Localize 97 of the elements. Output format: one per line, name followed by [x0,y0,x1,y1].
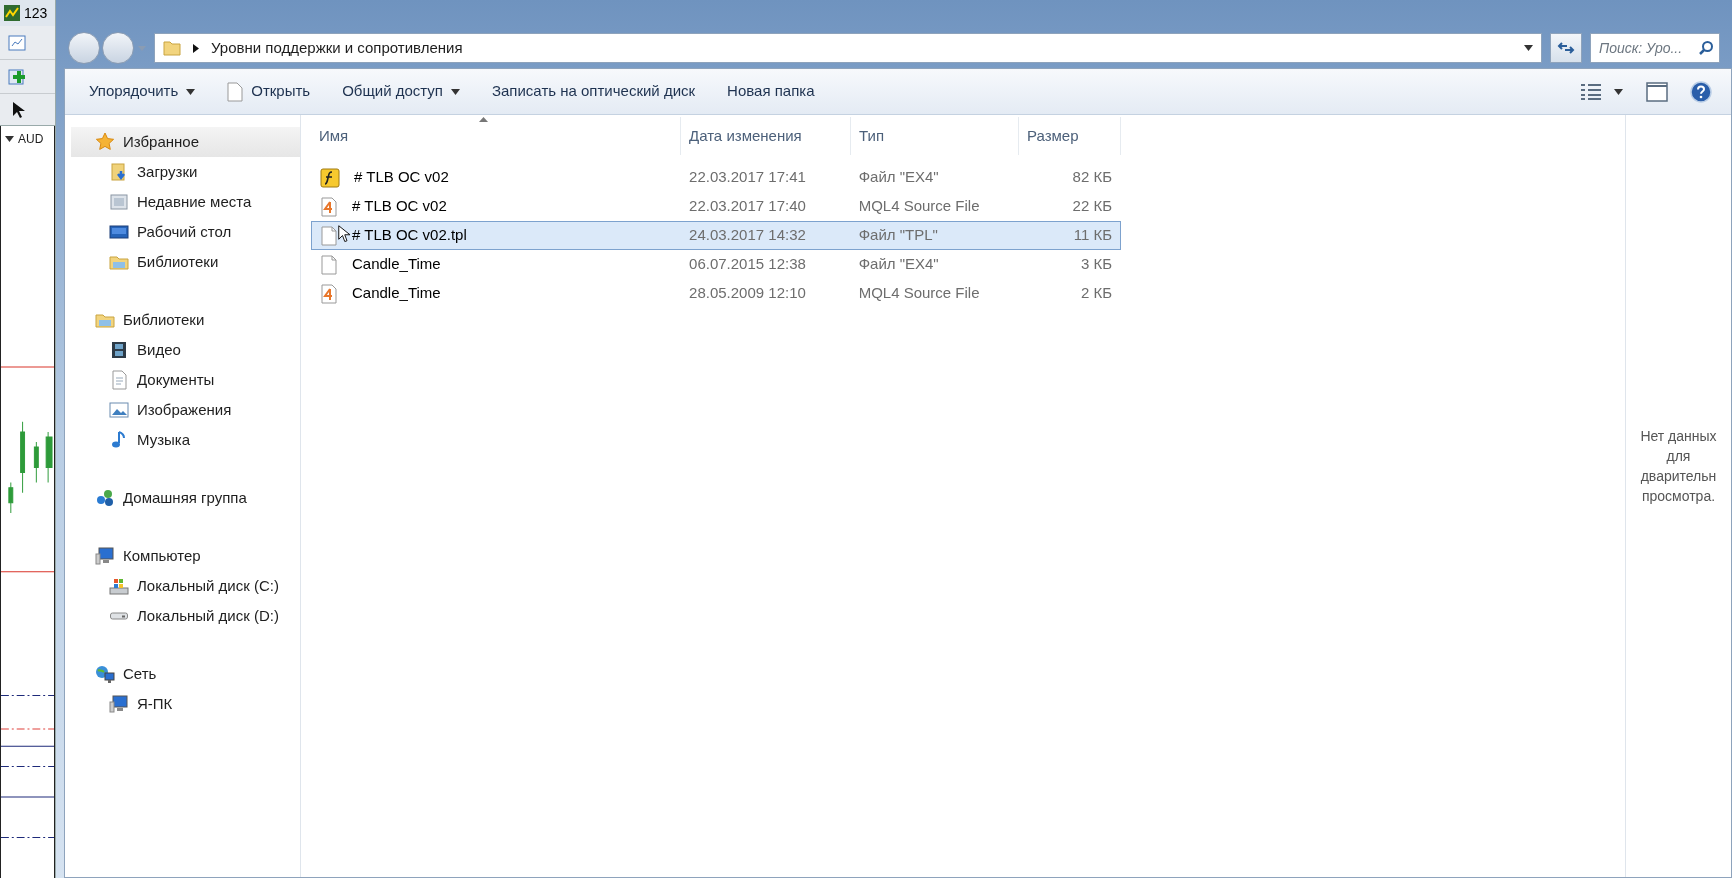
document-icon [227,81,244,102]
refresh-icon [1557,41,1575,55]
nav-item[interactable]: Я-ПК [71,689,300,719]
file-size: 22 КБ [1071,196,1113,217]
caret-icon [450,88,460,95]
refresh-button[interactable] [1550,33,1582,63]
preview-message: дварительн [1640,467,1717,486]
back-button[interactable] [68,32,100,64]
file-name: # TLB OC v02 [352,196,447,217]
nav-item[interactable]: Документы [71,365,300,395]
chart-window-icon[interactable] [8,33,26,52]
function-file-icon [320,167,340,188]
nav-item[interactable]: Загрузки [71,157,300,187]
help-icon [1690,80,1712,103]
nav-section-header[interactable]: Компьютер [71,541,300,571]
nav-item[interactable]: Локальный диск (D:) [71,601,300,631]
star-icon [95,132,115,152]
file-type: MQL4 Source File [857,196,981,217]
toolbar-button[interactable]: Новая папка [715,75,827,108]
computer-icon [95,546,115,566]
caret-icon [186,88,196,95]
file-type: Файл "EX4" [857,167,940,188]
document-icon [109,370,129,390]
forward-button[interactable] [102,32,134,64]
search-field[interactable]: Поиск: Уро... [1590,33,1720,63]
preview-message: Нет данных [1640,427,1717,446]
file-size: 82 КБ [1071,167,1113,188]
file-row[interactable]: # TLB OC v02.tpl 24.03.2017 14:32 Файл "TPL" 11 КБ [311,221,1121,250]
source-file-icon [320,283,338,304]
source-file-icon [320,196,338,217]
file-size: 11 КБ [1072,225,1113,246]
blank-file-icon [320,225,338,246]
film-icon [109,340,129,360]
file-type: Файл "EX4" [857,254,940,275]
folder-icon [163,39,181,57]
list-view-icon [1580,82,1602,101]
file-size: 2 КБ [1079,283,1113,304]
chart-symbol: AUD [18,131,44,148]
nav-item[interactable]: Изображения [71,395,300,425]
file-date: 22.03.2017 17:41 [688,167,807,188]
file-name: # TLB OC v02 [354,167,449,188]
mouse-cursor-icon [338,224,350,244]
desktop-icon [109,222,129,242]
file-date: 24.03.2017 14:32 [688,225,807,246]
breadcrumb-arrow-icon [193,43,199,53]
blank-file-icon [320,254,338,275]
nav-item[interactable]: Видео [71,335,300,365]
column-header[interactable]: Дата изменения [681,117,851,155]
network-icon [95,664,115,684]
file-name: Candle_Time [352,283,441,304]
address-field[interactable]: Уровни поддержки и сопротивления [154,33,1542,63]
file-date: 28.05.2009 12:10 [688,283,807,304]
app-title: 123 [24,3,48,23]
search-icon [1698,40,1714,56]
column-header[interactable]: Имя [311,117,681,155]
drive-icon [110,612,128,620]
caret-icon [5,136,14,142]
nav-item[interactable]: Музыка [71,425,300,455]
toolbar-button[interactable]: Общий доступ [330,75,472,108]
sort-arrow-icon [479,117,488,122]
file-date: 22.03.2017 17:40 [688,196,807,217]
file-date: 06.07.2015 12:38 [688,254,807,275]
column-header[interactable]: Размер [1019,117,1121,155]
file-row[interactable]: Candle_Time 28.05.2009 12:10 MQL4 Source File 2 КБ [311,279,1121,308]
file-size: 3 КБ [1079,254,1113,275]
toolbar-button[interactable]: Открыть [215,75,323,108]
toolbar-button[interactable]: Записать на оптический диск [479,75,708,108]
caret-icon [1524,45,1533,51]
file-name: # TLB OC v02.tpl [352,225,467,246]
app-logo-icon [4,5,20,21]
system-drive-icon [109,576,129,596]
recent-places-icon [109,192,129,212]
pane-icon [1646,81,1668,102]
caret-icon [1614,88,1623,95]
nav-section-header[interactable]: Библиотеки [71,305,300,335]
nav-section-header[interactable]: Избранное [71,127,300,157]
file-row[interactable]: # TLB OC v02 22.03.2017 17:40 MQL4 Source File 22 КБ [311,192,1121,221]
column-header[interactable]: Тип [851,117,1019,155]
address-path: Уровни поддержки и сопротивления [211,37,464,58]
nav-item[interactable]: Рабочий стол [71,217,300,247]
computer-icon [109,694,129,714]
preview-message: просмотра. [1641,487,1716,506]
nav-section-header[interactable]: Сеть [71,659,300,689]
nav-item[interactable]: Недавние места [71,187,300,217]
image-icon [109,400,129,420]
file-type: Файл "TPL" [857,225,939,246]
file-row[interactable]: Candle_Time 06.07.2015 12:38 Файл "EX4" 3 КБ [311,250,1121,279]
nav-section-header[interactable]: Домашняя группа [71,483,300,513]
homegroup-icon [95,488,115,508]
nav-item[interactable]: Библиотеки [71,247,300,277]
preview-message: для [1666,447,1691,466]
nav-item[interactable]: Локальный диск (C:) [71,571,300,601]
file-row[interactable]: # TLB OC v02 22.03.2017 17:41 Файл "EX4" 82 КБ [311,163,1121,192]
cursor-tool-icon[interactable] [12,100,26,119]
file-type: MQL4 Source File [857,283,981,304]
file-name: Candle_Time [352,254,441,275]
toolbar-button[interactable]: Упорядочить [77,75,208,108]
